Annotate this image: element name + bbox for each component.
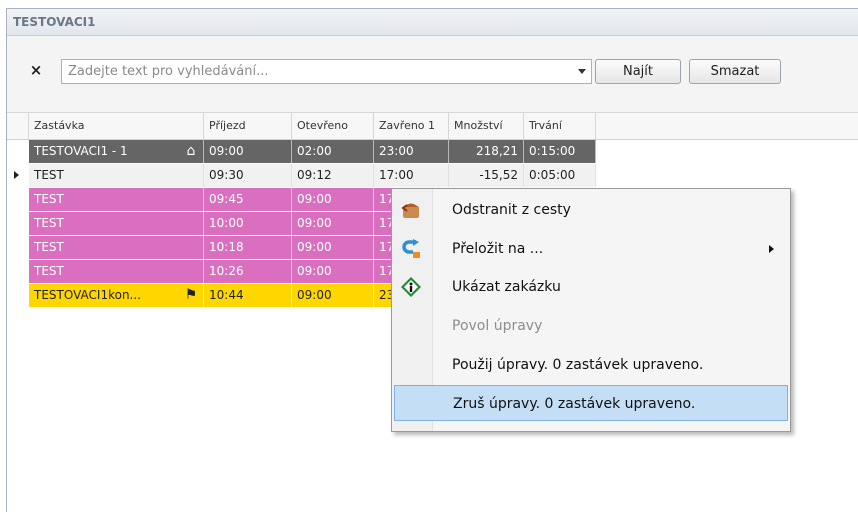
cell-stop-text: TEST xyxy=(34,192,64,206)
finish-flag-icon: ⚑ xyxy=(184,287,198,303)
menu-item-label: Ukázat zakázku xyxy=(452,279,561,295)
search-input[interactable] xyxy=(62,60,567,83)
info-icon xyxy=(400,276,422,298)
cell-stop[interactable]: TEST xyxy=(29,236,204,259)
cell-amount-text: -15,52 xyxy=(479,168,518,182)
cell-arrival[interactable]: 09:30 xyxy=(204,164,292,187)
cell-open-text: 09:00 xyxy=(297,240,332,254)
cell-close[interactable]: 23:00 xyxy=(374,140,449,163)
move-arrow-icon xyxy=(400,238,422,260)
cell-arrival[interactable]: 10:00 xyxy=(204,212,292,235)
cell-open-text: 02:00 xyxy=(297,144,332,158)
cell-arrival-text: 10:18 xyxy=(209,240,244,254)
search-bar: × Najít Smazat xyxy=(7,36,858,112)
cell-arrival-text: 10:00 xyxy=(209,216,244,230)
column-header-stop[interactable]: Zastávka xyxy=(29,113,204,139)
context-menu: Odstranit z cesty Přeložit na ... Ukázat z… xyxy=(391,188,791,432)
menu-item-label: Povol úpravy xyxy=(452,318,543,334)
cell-open[interactable]: 09:00 xyxy=(292,260,374,283)
remove-from-route-icon xyxy=(400,199,422,221)
cell-arrival[interactable]: 10:44 xyxy=(204,284,292,307)
cell-stop[interactable]: TESTOVACI1kon... ⚑ xyxy=(29,284,204,307)
menu-item-3: Povol úpravy xyxy=(394,308,788,344)
cell-open[interactable]: 09:12 xyxy=(292,164,374,187)
cell-close-text: 17:00 xyxy=(379,168,414,182)
cell-open-text: 09:00 xyxy=(297,216,332,230)
cell-arrival[interactable]: 10:26 xyxy=(204,260,292,283)
column-header-duration[interactable]: Trvání xyxy=(524,113,596,139)
cell-amount[interactable]: -15,52 xyxy=(449,164,524,187)
menu-item-0[interactable]: Odstranit z cesty xyxy=(394,192,788,228)
clear-button[interactable]: Smazat xyxy=(689,59,781,84)
cell-arrival-text: 09:30 xyxy=(209,168,244,182)
menu-item-2[interactable]: Ukázat zakázku xyxy=(394,269,788,305)
cell-duration[interactable]: 0:05:00 xyxy=(524,164,596,187)
column-header-close[interactable]: Zavřeno 1 xyxy=(374,113,449,139)
cell-stop-text: TESTOVACI1kon... xyxy=(34,288,141,302)
menu-item-1[interactable]: Přeložit na ... xyxy=(394,231,788,267)
menu-item-label: Zruš úpravy. 0 zastávek upraveno. xyxy=(453,396,696,412)
cell-open-text: 09:12 xyxy=(297,168,332,182)
row-indicator[interactable] xyxy=(7,284,29,307)
cell-arrival-text: 09:45 xyxy=(209,192,244,206)
cell-duration-text: 0:15:00 xyxy=(529,144,576,158)
menu-item-label: Přeložit na ... xyxy=(452,241,544,257)
row-indicator[interactable] xyxy=(7,212,29,235)
cell-arrival[interactable]: 09:45 xyxy=(204,188,292,211)
cell-arrival-text: 10:44 xyxy=(209,288,244,302)
row-indicator[interactable] xyxy=(7,236,29,259)
dropdown-arrow-icon[interactable] xyxy=(578,69,586,74)
cell-open-text: 09:00 xyxy=(297,288,332,302)
cell-stop[interactable]: TEST xyxy=(29,188,204,211)
search-combobox[interactable] xyxy=(61,59,592,84)
cell-stop[interactable]: TEST xyxy=(29,164,204,187)
cell-open[interactable]: 09:00 xyxy=(292,236,374,259)
submenu-arrow-icon xyxy=(769,245,774,253)
row-indicator[interactable] xyxy=(7,164,29,187)
cell-arrival-text: 09:00 xyxy=(209,144,244,158)
cell-open-text: 09:00 xyxy=(297,264,332,278)
cell-stop-text: TEST xyxy=(34,240,64,254)
find-button[interactable]: Najít xyxy=(595,59,681,84)
table-row[interactable]: TEST 09:30 09:12 17:00 -15,52 0:05:00 xyxy=(7,164,858,188)
menu-item-label: Použij úpravy. 0 zastávek upraveno. xyxy=(452,357,704,373)
menu-item-5[interactable]: Zruš úpravy. 0 zastávek upraveno. xyxy=(394,385,788,421)
row-indicator[interactable] xyxy=(7,140,29,163)
menu-item-label: Odstranit z cesty xyxy=(452,202,571,218)
column-header-amount[interactable]: Množství xyxy=(449,113,524,139)
cell-stop-text: TEST xyxy=(34,264,64,278)
cell-open[interactable]: 02:00 xyxy=(292,140,374,163)
cell-stop-text: TESTOVACI1 - 1 xyxy=(34,144,128,158)
cell-open[interactable]: 09:00 xyxy=(292,188,374,211)
table-row[interactable]: TESTOVACI1 - 1 ⌂ 09:00 02:00 23:00 218,21 0:15… xyxy=(7,140,858,164)
grid-header: Zastávka Příjezd Otevřeno Zavřeno 1 Množ… xyxy=(7,112,858,140)
cell-close-text: 23:00 xyxy=(379,144,414,158)
cell-stop[interactable]: TEST xyxy=(29,212,204,235)
cell-open[interactable]: 09:00 xyxy=(292,284,374,307)
current-row-arrow-icon xyxy=(14,171,19,179)
cell-stop-text: TEST xyxy=(34,216,64,230)
column-header-arrival[interactable]: Příjezd xyxy=(204,113,292,139)
cell-amount[interactable]: 218,21 xyxy=(449,140,524,163)
cell-open-text: 09:00 xyxy=(297,192,332,206)
cell-stop[interactable]: TESTOVACI1 - 1 ⌂ xyxy=(29,140,204,163)
panel-title: TESTOVACI1 xyxy=(7,9,858,36)
menu-item-4[interactable]: Použij úpravy. 0 zastávek upraveno. xyxy=(394,347,788,383)
cell-arrival-text: 10:26 xyxy=(209,264,244,278)
row-indicator[interactable] xyxy=(7,260,29,283)
row-indicator-header xyxy=(7,113,29,139)
cell-arrival[interactable]: 10:18 xyxy=(204,236,292,259)
cell-close[interactable]: 17:00 xyxy=(374,164,449,187)
column-header-open[interactable]: Otevřeno xyxy=(292,113,374,139)
house-icon: ⌂ xyxy=(186,143,196,159)
cell-stop-text: TEST xyxy=(34,168,64,182)
clear-search-icon[interactable]: × xyxy=(28,60,44,80)
cell-arrival[interactable]: 09:00 xyxy=(204,140,292,163)
cell-duration[interactable]: 0:15:00 xyxy=(524,140,596,163)
row-indicator[interactable] xyxy=(7,188,29,211)
cell-amount-text: 218,21 xyxy=(476,144,518,158)
cell-duration-text: 0:05:00 xyxy=(529,168,576,182)
cell-open[interactable]: 09:00 xyxy=(292,212,374,235)
cell-stop[interactable]: TEST xyxy=(29,260,204,283)
